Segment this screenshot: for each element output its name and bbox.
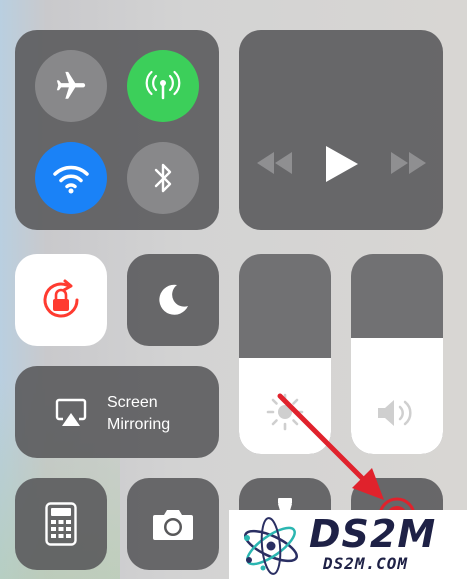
watermark-title: DS2M [309, 512, 437, 556]
atom-logo-icon [244, 517, 298, 575]
annotation-arrow [277, 393, 384, 500]
watermark: DS2M DS2M.COM [229, 510, 467, 579]
watermark-subtitle: DS2M.COM [323, 554, 409, 573]
